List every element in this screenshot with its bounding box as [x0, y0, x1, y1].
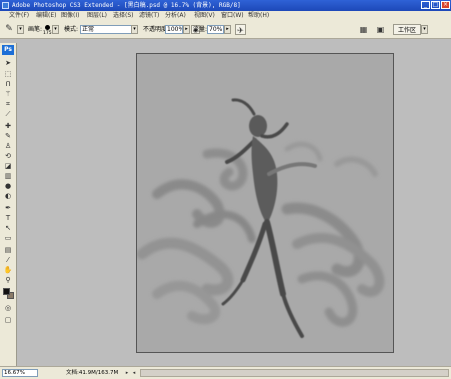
photoshop-logo: Ps	[2, 45, 14, 55]
brush-label: 画笔:	[28, 26, 43, 33]
tool-preset-dropdown-arrow[interactable]: ▾	[17, 25, 24, 34]
type-tool-icon[interactable]: T	[2, 213, 14, 223]
status-bar: 16.67% 文档:41.9M/163.7M ▸ ◂	[0, 366, 451, 379]
workspace-dropdown-arrow[interactable]: ▾	[421, 25, 428, 34]
document-size-info: 文档:41.9M/163.7M	[66, 370, 119, 376]
slice-tool-icon[interactable]: ⟋	[2, 109, 14, 119]
flow-slider-arrow[interactable]: ▸	[224, 25, 231, 34]
menu-edit[interactable]: 编辑(E)	[36, 11, 56, 21]
brush-tool-icon[interactable]: ✎	[2, 131, 14, 141]
gradient-tool-icon[interactable]: ▥	[2, 171, 14, 181]
minimize-button[interactable]: _	[421, 1, 430, 9]
menu-window[interactable]: 窗口(W)	[221, 11, 244, 21]
menu-image[interactable]: 图像(I)	[61, 11, 79, 21]
brush-tool-preset-icon[interactable]: ✎	[3, 24, 15, 34]
horizontal-scrollbar[interactable]	[140, 369, 449, 377]
maximize-button[interactable]: □	[431, 1, 440, 9]
close-button[interactable]: ×	[441, 1, 450, 9]
hand-tool-icon[interactable]: ✋	[2, 265, 14, 275]
brush-tip-preview-icon[interactable]	[45, 25, 50, 30]
clone-stamp-tool-icon[interactable]: ♙	[2, 141, 14, 151]
eraser-tool-icon[interactable]: ◪	[2, 161, 14, 171]
shape-tool-icon[interactable]: ▭	[2, 233, 14, 243]
notes-tool-icon[interactable]: ▤	[2, 245, 14, 255]
menu-help[interactable]: 帮助(H)	[248, 11, 269, 21]
screen-mode-icon[interactable]: ▢	[2, 315, 14, 325]
zoom-level-field[interactable]: 16.67%	[2, 369, 38, 377]
crop-tool-icon[interactable]: ⌗	[2, 99, 14, 109]
title-bar: Adobe Photoshop CS3 Extended - [黑白稿.psd …	[0, 0, 451, 11]
mode-dropdown-arrow[interactable]: ▾	[131, 25, 138, 34]
dancer-artwork	[137, 98, 385, 338]
flow-label: 流量:	[193, 26, 208, 33]
zoom-tool-icon[interactable]: ⚲	[2, 275, 14, 285]
menu-file[interactable]: 文件(F)	[9, 11, 29, 21]
workspace-button[interactable]: 工作区	[393, 24, 421, 35]
marquee-tool-icon[interactable]: ⬚	[2, 69, 14, 79]
dodge-tool-icon[interactable]: ◐	[2, 191, 14, 201]
mode-label: 模式:	[64, 26, 79, 33]
menu-view[interactable]: 视图(V)	[194, 11, 215, 21]
brush-picker-dropdown-arrow[interactable]: ▾	[52, 25, 59, 34]
airbrush-icon[interactable]: ✈	[235, 24, 246, 35]
quick-mask-icon[interactable]: ◎	[2, 303, 14, 313]
document-canvas[interactable]	[136, 53, 394, 353]
photoshop-app-icon	[2, 2, 9, 9]
menu-filter[interactable]: 滤镜(T)	[139, 11, 159, 21]
file-browser-icon[interactable]: ▣	[375, 24, 386, 35]
status-menu-arrow-icon[interactable]: ▸	[124, 369, 130, 377]
foreground-color-swatch[interactable]	[3, 288, 10, 295]
brushes-palette-icon[interactable]: ▦	[358, 24, 369, 35]
brush-size-value: 175	[43, 31, 52, 36]
menu-layer[interactable]: 图层(L)	[87, 11, 107, 21]
menu-select[interactable]: 选择(S)	[113, 11, 134, 21]
toolbox: Ps ➤ ⬚ ᑎ ⚚ ⌗ ⟋ ✚ ✎ ♙ ⟲ ◪ ▥ ● ◐ ✒ T ↖ ▭ ▤…	[0, 43, 17, 366]
move-tool-icon[interactable]: ➤	[2, 58, 14, 68]
window-title: Adobe Photoshop CS3 Extended - [黑白稿.psd …	[12, 2, 241, 9]
opacity-input[interactable]: 100%	[165, 25, 183, 34]
scroll-left-arrow-icon[interactable]: ◂	[131, 369, 137, 377]
blur-tool-icon[interactable]: ●	[2, 181, 14, 191]
history-brush-tool-icon[interactable]: ⟲	[2, 151, 14, 161]
options-bar: ✎ ▾ 画笔: 175 ▾ 模式: 正常 ▾ 不透明度: 100% ▸ ◉ 流量…	[0, 21, 451, 39]
pen-tool-icon[interactable]: ✒	[2, 203, 14, 213]
eyedropper-tool-icon[interactable]: ⁄	[2, 255, 14, 265]
lasso-tool-icon[interactable]: ᑎ	[2, 79, 14, 89]
path-selection-tool-icon[interactable]: ↖	[2, 223, 14, 233]
magic-wand-tool-icon[interactable]: ⚚	[2, 89, 14, 99]
mode-select[interactable]: 正常	[80, 25, 132, 34]
flow-input[interactable]: 70%	[207, 25, 224, 34]
opacity-slider-arrow[interactable]: ▸	[183, 25, 190, 34]
healing-brush-tool-icon[interactable]: ✚	[2, 121, 14, 131]
menu-analysis[interactable]: 分析(A)	[165, 11, 186, 21]
